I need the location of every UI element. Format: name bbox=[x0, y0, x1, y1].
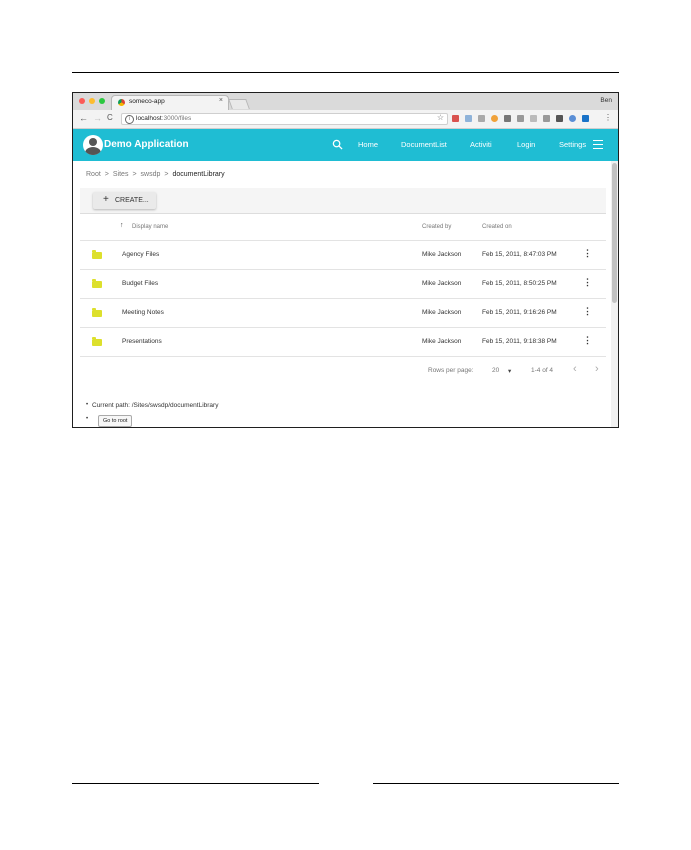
document-table: ↑ Display name Created by Created on Age… bbox=[80, 213, 606, 357]
dropdown-arrow-icon[interactable]: ▾ bbox=[508, 367, 511, 375]
folder-icon bbox=[92, 250, 102, 259]
text-extension-icon[interactable] bbox=[543, 115, 550, 122]
rows-per-page-label: Rows per page: bbox=[428, 367, 474, 374]
browser-menu-icon[interactable]: ⋮ bbox=[604, 113, 612, 122]
row-name[interactable]: Presentations bbox=[122, 338, 162, 345]
url-text: localhost:3000/files bbox=[136, 115, 192, 122]
table-header: ↑ Display name Created by Created on bbox=[80, 213, 606, 241]
main-content: Root > Sites > swsdp > documentLibrary + CREAT… bbox=[73, 161, 613, 427]
browser-user-name[interactable]: Ben bbox=[600, 97, 612, 104]
breadcrumb-swsdp[interactable]: swsdp bbox=[141, 171, 161, 178]
row-created-on: Feb 15, 2011, 9:16:26 PM bbox=[482, 309, 557, 316]
go-to-root-button[interactable]: Go to root bbox=[98, 415, 133, 427]
lock-extension-icon[interactable] bbox=[478, 115, 485, 122]
bookmark-star-icon[interactable]: ☆ bbox=[437, 113, 444, 122]
forward-arrow-icon[interactable]: → bbox=[93, 113, 102, 123]
list-extension-icon[interactable] bbox=[530, 115, 537, 122]
row-created-on: Feb 15, 2011, 8:50:25 PM bbox=[482, 280, 557, 287]
browser-tab[interactable]: someco-app × bbox=[111, 95, 229, 110]
table-row[interactable]: Meeting Notes Mike Jackson Feb 15, 2011,… bbox=[80, 299, 606, 328]
back-arrow-icon[interactable]: ← bbox=[79, 113, 88, 123]
app-title: Demo Application bbox=[104, 139, 189, 150]
info-icon[interactable]: i bbox=[125, 115, 134, 124]
bottom-rule-right bbox=[373, 783, 619, 784]
breadcrumb-separator: > bbox=[164, 171, 169, 178]
nav-activiti[interactable]: Activiti bbox=[470, 140, 492, 149]
breadcrumb-current: documentLibrary bbox=[172, 171, 225, 178]
browser-tab-bar: someco-app × Ben bbox=[73, 93, 618, 110]
blue-extension-icon[interactable] bbox=[582, 115, 589, 122]
row-created-on: Feb 15, 2011, 8:47:03 PM bbox=[482, 251, 557, 258]
column-created-on[interactable]: Created on bbox=[482, 224, 512, 230]
calendar-extension-icon[interactable] bbox=[452, 115, 459, 122]
nav-home[interactable]: Home bbox=[358, 140, 378, 149]
pagination-range: 1-4 of 4 bbox=[531, 367, 554, 374]
top-rule bbox=[72, 72, 619, 73]
plus-icon: + bbox=[103, 194, 109, 205]
current-path-text: Current path: /Sites/swsdp/documentLibra… bbox=[92, 402, 219, 409]
avatar[interactable] bbox=[83, 135, 103, 155]
row-created-on: Feb 15, 2011, 9:18:38 PM bbox=[482, 338, 557, 345]
doc-extension-icon[interactable] bbox=[517, 115, 524, 122]
tab-title: someco-app bbox=[129, 98, 165, 105]
shield-extension-icon[interactable] bbox=[569, 115, 576, 122]
rows-per-page-select[interactable]: 20 bbox=[492, 367, 499, 374]
breadcrumb-separator: > bbox=[132, 171, 137, 178]
row-created-by: Mike Jackson bbox=[422, 280, 462, 287]
previous-page-icon[interactable]: ‹ bbox=[573, 363, 577, 375]
table-row[interactable]: Presentations Mike Jackson Feb 15, 2011,… bbox=[80, 328, 606, 357]
new-tab-button[interactable] bbox=[228, 99, 250, 109]
content-scrollbar[interactable] bbox=[611, 161, 618, 427]
folder-icon bbox=[92, 308, 102, 317]
scrollbar-thumb[interactable] bbox=[612, 163, 617, 303]
breadcrumb-separator: > bbox=[104, 171, 109, 178]
nav-login[interactable]: Login bbox=[517, 140, 535, 149]
nav-documentlist[interactable]: DocumentList bbox=[401, 140, 447, 149]
row-name[interactable]: Budget Files bbox=[122, 280, 158, 287]
browser-screenshot: someco-app × Ben ← → C i localhost:3000/… bbox=[72, 92, 619, 428]
browser-toolbar: ← → C i localhost:3000/files ☆ ⋮ bbox=[73, 110, 618, 129]
window-minimize-button[interactable] bbox=[89, 98, 95, 104]
table-row[interactable]: Agency Files Mike Jackson Feb 15, 2011, … bbox=[80, 241, 606, 270]
list-bullet: • bbox=[86, 402, 89, 408]
row-actions-icon[interactable]: ⋮ bbox=[583, 249, 592, 258]
bottom-rule-left bbox=[72, 783, 319, 784]
row-actions-icon[interactable]: ⋮ bbox=[583, 307, 592, 316]
document-toolbar bbox=[80, 188, 606, 214]
hamburger-menu-icon[interactable] bbox=[593, 140, 603, 149]
window-maximize-button[interactable] bbox=[99, 98, 105, 104]
create-button[interactable]: + CREATE... bbox=[93, 192, 156, 209]
table-row[interactable]: Budget Files Mike Jackson Feb 15, 2011, … bbox=[80, 270, 606, 299]
breadcrumb: Root > Sites > swsdp > documentLibrary bbox=[86, 171, 225, 178]
column-display-name[interactable]: Display name bbox=[132, 224, 168, 230]
user-extension-icon[interactable] bbox=[504, 115, 511, 122]
folder-icon bbox=[92, 337, 102, 346]
list-bullet: • bbox=[86, 416, 89, 422]
tab-close-icon[interactable]: × bbox=[219, 97, 223, 104]
folder-icon bbox=[92, 279, 102, 288]
nav-settings[interactable]: Settings bbox=[559, 140, 586, 149]
row-name[interactable]: Meeting Notes bbox=[122, 309, 164, 316]
row-actions-icon[interactable]: ⋮ bbox=[583, 336, 592, 345]
sort-arrow-up-icon[interactable]: ↑ bbox=[120, 222, 124, 229]
row-created-by: Mike Jackson bbox=[422, 309, 462, 316]
reload-icon[interactable]: C bbox=[107, 113, 113, 123]
row-created-by: Mike Jackson bbox=[422, 251, 462, 258]
chrome-favicon-icon bbox=[118, 99, 125, 106]
breadcrumb-sites[interactable]: Sites bbox=[113, 171, 129, 178]
row-created-by: Mike Jackson bbox=[422, 338, 462, 345]
grid-extension-icon[interactable] bbox=[465, 115, 472, 122]
create-label: CREATE... bbox=[115, 197, 149, 204]
search-icon[interactable] bbox=[332, 139, 343, 150]
orange-extension-icon[interactable] bbox=[491, 115, 498, 122]
row-name[interactable]: Agency Files bbox=[122, 251, 159, 258]
next-page-icon[interactable]: › bbox=[595, 363, 599, 375]
row-actions-icon[interactable]: ⋮ bbox=[583, 278, 592, 287]
breadcrumb-root[interactable]: Root bbox=[86, 171, 101, 178]
square-extension-icon[interactable] bbox=[556, 115, 563, 122]
window-close-button[interactable] bbox=[79, 98, 85, 104]
address-bar[interactable]: i localhost:3000/files ☆ bbox=[121, 113, 448, 125]
app-header: Demo Application Home DocumentList Activ… bbox=[73, 129, 618, 161]
column-created-by[interactable]: Created by bbox=[422, 224, 451, 230]
